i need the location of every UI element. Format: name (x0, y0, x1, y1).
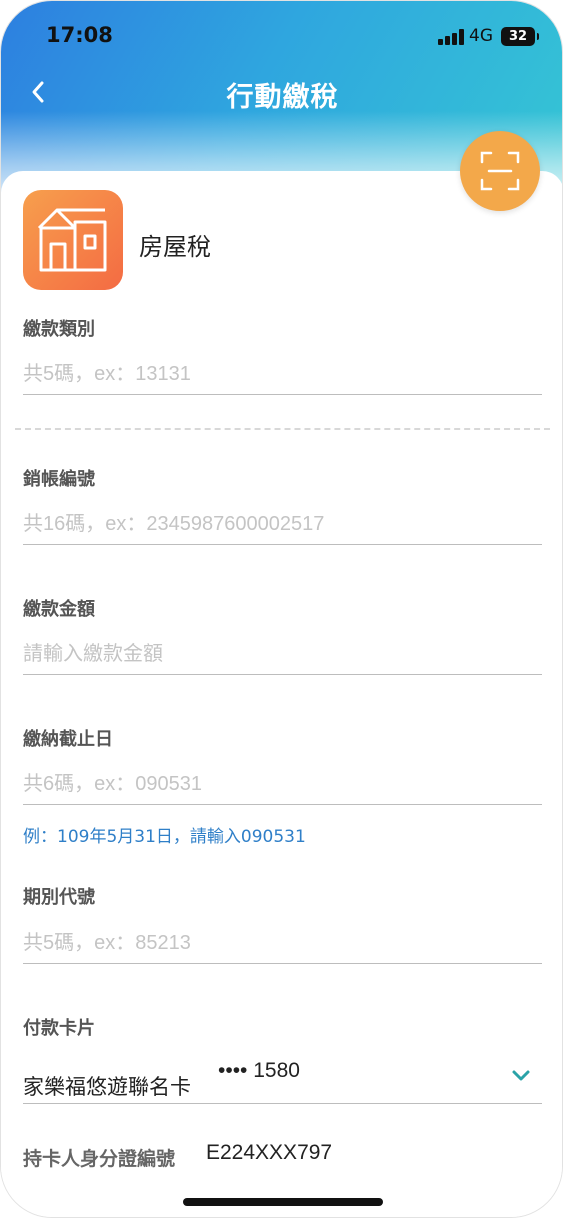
account-label: 銷帳編號 (23, 469, 95, 490)
status-time: 17:08 (46, 23, 113, 47)
holder-id-value: E224XXX797 (206, 1141, 333, 1164)
house-icon (37, 208, 107, 272)
deadline-input[interactable] (23, 765, 542, 805)
category-label: 繳款類別 (23, 319, 95, 340)
battery-icon: 32 (501, 27, 539, 46)
tax-type-name: 房屋稅 (139, 233, 211, 261)
amount-input[interactable] (23, 635, 542, 675)
payment-card-label: 付款卡片 (23, 1018, 95, 1039)
page-title: 行動繳稅 (226, 82, 339, 113)
deadline-label: 繳納截止日 (23, 729, 113, 750)
status-bar: 17:08 4G 32 (1, 1, 562, 71)
holder-id-label: 持卡人身分證編號 (23, 1148, 176, 1170)
card-name: 家樂福悠遊聯名卡 (23, 1075, 191, 1099)
chevron-down-icon (512, 1070, 530, 1081)
network-type: 4G (469, 26, 493, 46)
section-divider (15, 428, 550, 430)
payment-card-select[interactable]: 家樂福悠遊聯名卡 •••• 1580 (23, 1055, 542, 1104)
scan-button[interactable] (460, 131, 540, 211)
account-number-input[interactable] (23, 505, 542, 545)
phone-screen: 17:08 4G 32 行動繳稅 房屋稅 繳款類別 共5碼，ex：13131 銷… (0, 0, 563, 1218)
signal-icon (438, 29, 464, 45)
scan-icon (480, 151, 520, 191)
card-number: •••• 1580 (218, 1059, 300, 1082)
deadline-hint: 例：109年5月31日，請輸入090531 (23, 827, 306, 847)
amount-label: 繳款金額 (23, 599, 95, 620)
tax-type-icon (23, 190, 123, 290)
period-label: 期別代號 (23, 887, 95, 908)
home-indicator (183, 1198, 383, 1206)
category-input[interactable] (23, 355, 542, 395)
period-code-input[interactable] (23, 924, 542, 964)
